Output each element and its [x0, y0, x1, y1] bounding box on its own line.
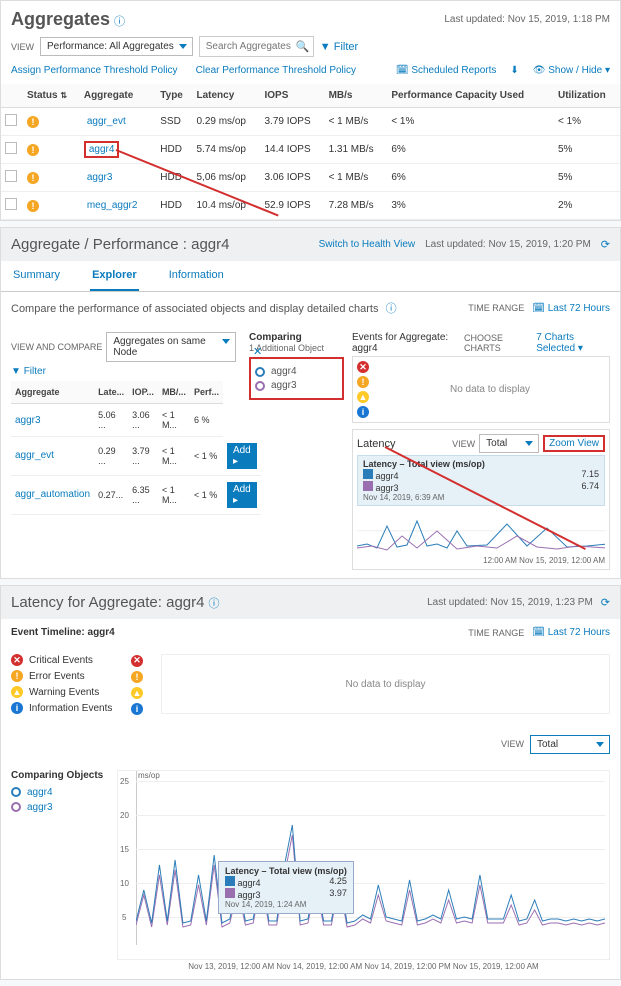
filter-link[interactable]: ▼ Filter	[320, 41, 358, 53]
close-icon[interactable]: ✕	[253, 345, 262, 358]
show-hide[interactable]: 👁 Show / Hide ▾	[533, 65, 610, 76]
tab-explorer[interactable]: Explorer	[90, 261, 139, 291]
detail-updated: Last updated: Nov 15, 2019, 1:20 PM	[425, 239, 591, 250]
table-row[interactable]: !aggr3HDD5,06 ms/op3.06 IOPS< 1 MB/s6%5%	[1, 164, 620, 192]
view-compare-selector[interactable]: Aggregates on same Node	[106, 332, 236, 362]
mini-filter[interactable]: ▼ Filter	[11, 366, 241, 377]
status-icon: !	[27, 172, 39, 184]
zoom-chart: ms/op 25 20 15 10 5 Latency – Total view…	[117, 770, 610, 960]
compare-desc: Compare the performance of associated ob…	[11, 300, 397, 316]
event-timeline-title: Event Timeline: aggr4	[11, 627, 115, 638]
aggregate-link[interactable]: meg_aggr2	[84, 199, 141, 212]
toggle-series[interactable]	[255, 367, 265, 377]
latency-view-sel[interactable]: Total	[479, 434, 539, 453]
zoom-time-range[interactable]: 🗓 Last 72 Hours	[532, 627, 610, 638]
tab-information[interactable]: Information	[167, 261, 226, 291]
critical-icon: ✕	[357, 361, 369, 373]
zoom-title: Latency for Aggregate: aggr4	[11, 594, 204, 611]
page-title: Aggregates	[11, 9, 110, 30]
scheduled-reports[interactable]: 🗓 Scheduled Reports	[396, 65, 497, 76]
comparing-title: Comparing	[249, 332, 344, 343]
row-checkbox[interactable]	[5, 114, 17, 126]
warning-icon: ▲	[357, 391, 369, 403]
toggle-series[interactable]	[11, 787, 21, 797]
latency-mini-chart	[357, 506, 605, 556]
row-checkbox[interactable]	[5, 170, 17, 182]
switch-view[interactable]: Switch to Health View	[319, 239, 416, 250]
mini-row: aggr_automation0.27...6.35 ...< 1 M...< …	[11, 475, 261, 514]
events-title: Events for Aggregate: aggr4	[352, 332, 458, 354]
clear-policy[interactable]: Clear Performance Threshold Policy	[196, 65, 356, 76]
assign-policy[interactable]: Assign Performance Threshold Policy	[11, 65, 178, 76]
refresh-zoom[interactable]: ⟳	[601, 596, 610, 609]
status-icon: !	[27, 200, 39, 212]
table-row[interactable]: !meg_aggr2HDD10.4 ms/op52.9 IOPS7.28 MB/…	[1, 192, 620, 220]
zoom-view-sel[interactable]: Total	[530, 735, 610, 754]
help-icon[interactable]: ⓘ	[114, 16, 125, 28]
view-selector[interactable]: Performance: All Aggregates	[40, 37, 193, 56]
latency-label: Latency	[357, 438, 396, 450]
row-checkbox[interactable]	[5, 198, 17, 210]
detail-title: Aggregate / Performance : aggr4	[11, 236, 229, 253]
info-icon: i	[357, 406, 369, 418]
aggregate-link[interactable]: aggr4	[84, 141, 120, 158]
table-row[interactable]: !aggr4HDD5.74 ms/op14.4 IOPS1.31 MB/s6%5…	[1, 136, 620, 164]
add-button[interactable]: Add ▸	[227, 443, 257, 469]
tab-summary[interactable]: Summary	[11, 261, 62, 291]
mini-row: aggr_evt0.29 ...3.79 ...< 1 M...< 1 %Add…	[11, 437, 261, 476]
refresh-icon[interactable]: ⟳	[601, 238, 610, 251]
add-button[interactable]: Add ▸	[227, 482, 257, 508]
last-updated: Last updated: Nov 15, 2019, 1:18 PM	[444, 14, 610, 25]
mini-row: aggr35.06 ...3.06 ...< 1 M...6 %	[11, 404, 261, 437]
charts-selected[interactable]: 7 Charts Selected ▾	[536, 332, 610, 354]
zoom-view[interactable]: Zoom View	[543, 435, 605, 452]
row-checkbox[interactable]	[5, 142, 17, 154]
download-icon[interactable]: ⬇	[510, 65, 518, 76]
status-icon: !	[27, 116, 39, 128]
aggregate-link[interactable]: aggr3	[84, 171, 116, 184]
time-range[interactable]: 🗓 Last 72 Hours	[532, 303, 610, 314]
search-input[interactable]: 🔍	[199, 36, 314, 57]
aggregate-link[interactable]: aggr_evt	[84, 115, 129, 128]
table-row[interactable]: !aggr_evtSSD0.29 ms/op3.79 IOPS< 1 MB/s<…	[1, 108, 620, 136]
error-icon: !	[357, 376, 369, 388]
view-label: VIEW	[11, 42, 34, 52]
aggregates-table: Status ⇅AggregateTypeLatencyIOPSMB/sPerf…	[1, 84, 620, 220]
toggle-series[interactable]	[255, 381, 265, 391]
toggle-series[interactable]	[11, 802, 21, 812]
status-icon: !	[27, 144, 39, 156]
